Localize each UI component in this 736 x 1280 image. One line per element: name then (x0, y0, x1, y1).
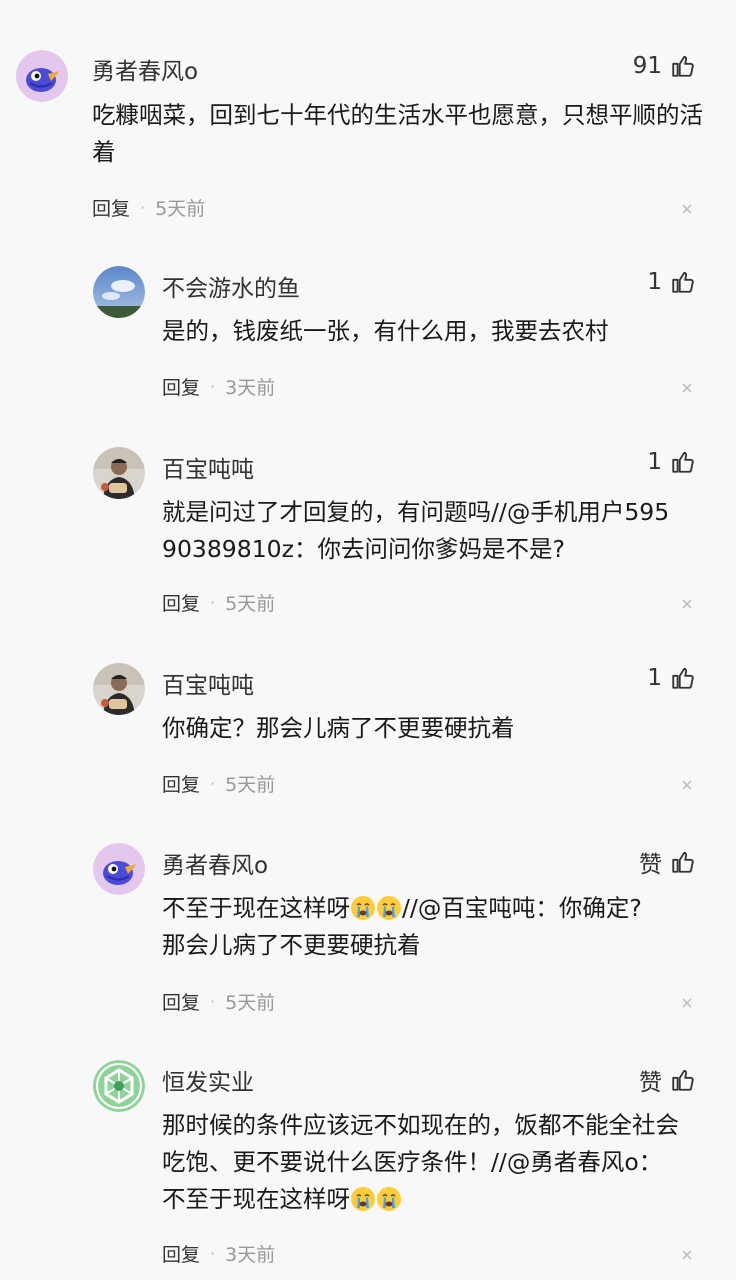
thumbs-up-icon (672, 851, 694, 873)
like-count: 1 (647, 269, 662, 295)
like-button[interactable]: 赞 (639, 1063, 696, 1097)
comment-text-line: 吃饱、更不要说什么医疗条件！//@勇者春风o： (162, 1148, 663, 1176)
avatar[interactable] (93, 1060, 145, 1112)
like-label: 赞 (639, 852, 662, 878)
avatar[interactable] (93, 843, 145, 895)
comment-text-line: 那时候的条件应该远不如现在的，饭都不能全社会 (162, 1111, 679, 1139)
separator-dot: · (210, 1244, 216, 1263)
reply-button[interactable]: 回复 (92, 194, 130, 221)
comment-meta: 回复 · 3天前 (162, 373, 275, 400)
reply-button[interactable]: 回复 (162, 373, 200, 400)
comment-text: 你确定？那会儿病了不更要硬抗着 (162, 714, 515, 742)
comment-meta: 回复 · 3天前 (162, 1240, 275, 1267)
like-count: 91 (632, 53, 662, 79)
comment-text: 吃糠咽菜，回到七十年代的生活水平也愿意，只想平顺的活着 (92, 101, 703, 166)
thumbs-up-icon (672, 271, 694, 293)
like-count: 1 (647, 665, 662, 691)
reply-button[interactable]: 回复 (162, 988, 200, 1015)
like-label: 赞 (639, 1070, 662, 1096)
comment-text: 那时候的条件应该远不如现在的，饭都不能全社会 吃饱、更不要说什么医疗条件！//@… (162, 1107, 727, 1218)
timestamp: 5天前 (225, 992, 276, 1014)
comment-text-segment: //@百宝吨吨：你确定? (402, 894, 642, 922)
reply-button[interactable]: 回复 (162, 589, 200, 616)
username[interactable]: 勇者春风o (162, 846, 268, 880)
comment-text-line: 不至于现在这样呀 (162, 1181, 727, 1218)
close-icon[interactable] (680, 1248, 694, 1262)
thumbs-up-icon (672, 667, 694, 689)
like-count: 1 (647, 449, 662, 475)
like-button[interactable]: 赞 (639, 845, 696, 879)
close-icon[interactable] (680, 381, 694, 395)
like-button[interactable]: 91 (633, 53, 696, 79)
thumbs-up-icon (672, 451, 694, 473)
username[interactable]: 勇者春风o (92, 52, 198, 86)
timestamp: 5天前 (225, 593, 276, 615)
close-icon[interactable] (680, 778, 694, 792)
like-button[interactable]: 1 (647, 665, 696, 691)
username[interactable]: 恒发实业 (162, 1063, 254, 1097)
comment-text: 是的，钱废纸一张，有什么用，我要去农村 (162, 317, 609, 345)
like-button[interactable]: 1 (647, 269, 696, 295)
avatar[interactable] (93, 447, 145, 499)
close-icon[interactable] (680, 597, 694, 611)
comment-text-line: 就是问过了才回复的，有问题吗//@手机用户595 (162, 498, 670, 526)
avatar[interactable] (93, 266, 145, 318)
reply-button[interactable]: 回复 (162, 770, 200, 797)
comment-text-segment: 不至于现在这样呀 (162, 894, 350, 922)
comment-text-segment: 不至于现在这样呀 (162, 1185, 350, 1213)
close-icon[interactable] (680, 996, 694, 1010)
crying-face-emoji (377, 1187, 401, 1211)
separator-dot: · (210, 774, 216, 793)
timestamp: 5天前 (155, 198, 206, 220)
username[interactable]: 百宝吨吨 (162, 450, 254, 484)
comment-meta: 回复 · 5天前 (162, 770, 275, 797)
separator-dot: · (210, 377, 216, 396)
thumbs-up-icon (672, 1069, 694, 1091)
timestamp: 5天前 (225, 774, 276, 796)
comment-text-line: 90389810z：你去问问你爹妈是不是? (162, 535, 565, 563)
comment-text-line: 那会儿病了不更要硬抗着 (162, 931, 421, 959)
separator-dot: · (210, 992, 216, 1011)
comment-meta: 回复 · 5天前 (92, 194, 205, 221)
crying-face-emoji (351, 896, 375, 920)
crying-face-emoji (351, 1187, 375, 1211)
timestamp: 3天前 (225, 377, 276, 399)
separator-dot: · (140, 198, 146, 217)
separator-dot: · (210, 593, 216, 612)
like-button[interactable]: 1 (647, 449, 696, 475)
comment-meta: 回复 · 5天前 (162, 589, 275, 616)
comment-text: 就是问过了才回复的，有问题吗//@手机用户595 90389810z：你去问问你… (162, 494, 722, 568)
comment-meta: 回复 · 5天前 (162, 988, 275, 1015)
comment-text-line: 不至于现在这样呀 //@百宝吨吨：你确定? (162, 890, 722, 927)
comment-text: 不至于现在这样呀 //@百宝吨吨：你确定? 那会儿病了不更要硬抗着 (162, 890, 722, 964)
reply-button[interactable]: 回复 (162, 1240, 200, 1267)
avatar[interactable] (93, 663, 145, 715)
close-icon[interactable] (680, 202, 694, 216)
comment-thread: 勇者春风o 91 吃糠咽菜，回到七十年代的生活水平也愿意，只想平顺的活着 回复 … (0, 0, 736, 1280)
username[interactable]: 不会游水的鱼 (162, 269, 300, 303)
thumbs-up-icon (672, 55, 694, 77)
username[interactable]: 百宝吨吨 (162, 666, 254, 700)
crying-face-emoji (377, 896, 401, 920)
avatar[interactable] (16, 50, 68, 102)
timestamp: 3天前 (225, 1244, 276, 1266)
